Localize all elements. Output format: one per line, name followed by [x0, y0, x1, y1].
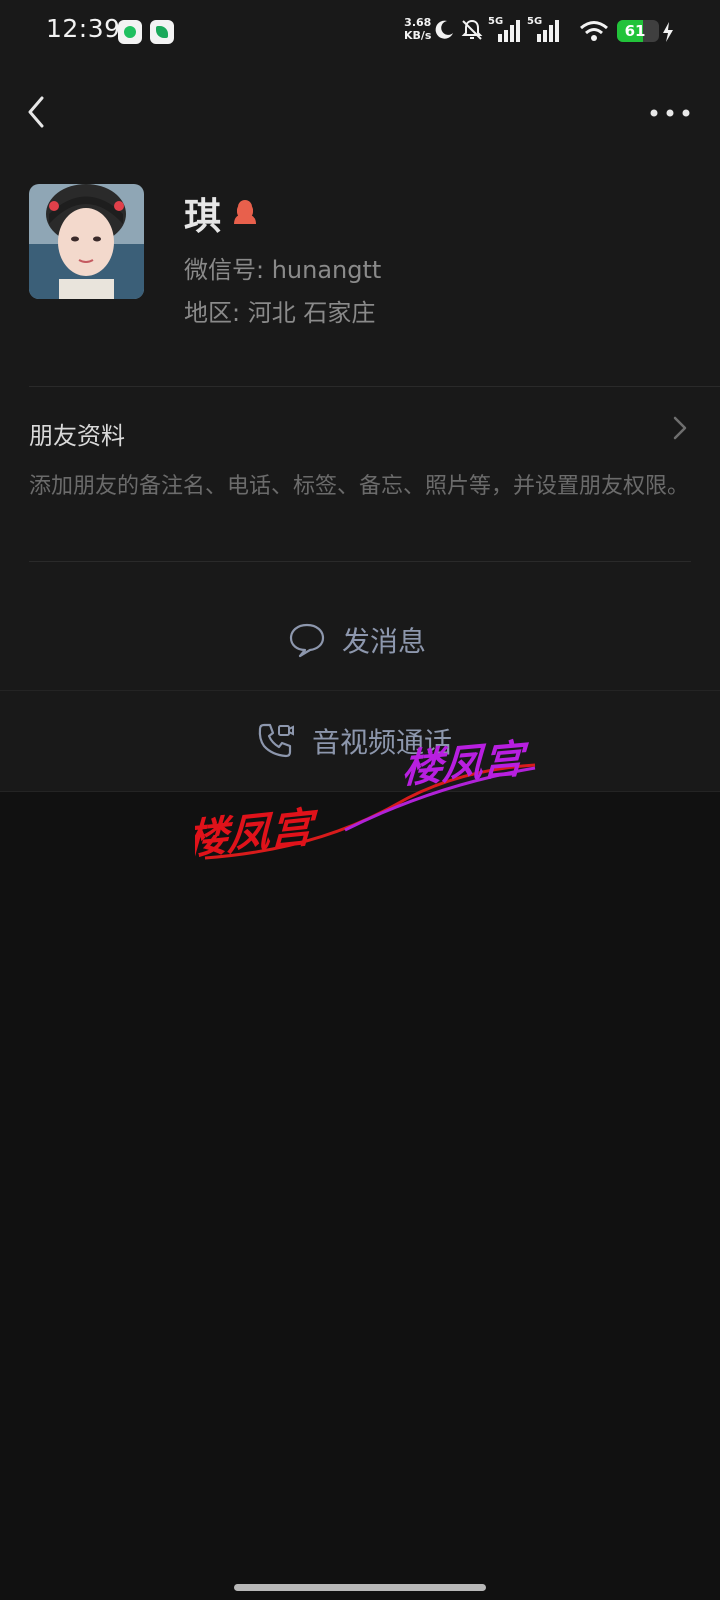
contact-name: 琪: [184, 195, 221, 238]
chat-bubble-icon: [289, 623, 325, 658]
avatar[interactable]: [29, 184, 144, 299]
charging-icon: [663, 22, 673, 42]
friend-info-row[interactable]: 朋友资料 添加朋友的备注名、电话、标签、备忘、照片等，并设置朋友权限。: [0, 386, 720, 561]
network-speed: 3.68 KB/s: [404, 16, 432, 42]
battery-icon: 61: [617, 20, 659, 42]
female-icon: [234, 200, 256, 224]
wifi-icon: [580, 21, 608, 41]
send-message-button[interactable]: 发消息: [0, 590, 720, 690]
wechat-id: 微信号: hunangtt: [184, 256, 382, 284]
status-time: 12:39: [46, 14, 121, 43]
watermark-text-purple: 楼凤宫: [401, 736, 530, 793]
region: 地区: 河北 石家庄: [184, 299, 376, 327]
watermark-text-red: 楼凤宫: [195, 802, 319, 864]
status-bar: 12:39 3.68 KB/s 5G 5G 61: [0, 0, 720, 62]
wechat-app-icon: [118, 20, 142, 44]
signal-icon: [537, 20, 559, 42]
back-button[interactable]: [20, 90, 56, 134]
send-message-label: 发消息: [342, 625, 427, 658]
friend-info-title: 朋友资料: [29, 422, 125, 450]
bell-off-icon: [461, 19, 483, 40]
signal-icon: [498, 20, 520, 42]
divider: [29, 561, 691, 562]
leaf-app-icon: [150, 20, 174, 44]
home-indicator[interactable]: [234, 1584, 486, 1591]
chevron-right-icon: [673, 416, 687, 440]
more-options-button[interactable]: [646, 98, 696, 128]
watermark-logo: 楼凤宫 楼凤宫: [195, 736, 536, 864]
friend-info-description: 添加朋友的备注名、电话、标签、备忘、照片等，并设置朋友权限。: [29, 474, 690, 499]
moon-icon: [435, 20, 453, 39]
